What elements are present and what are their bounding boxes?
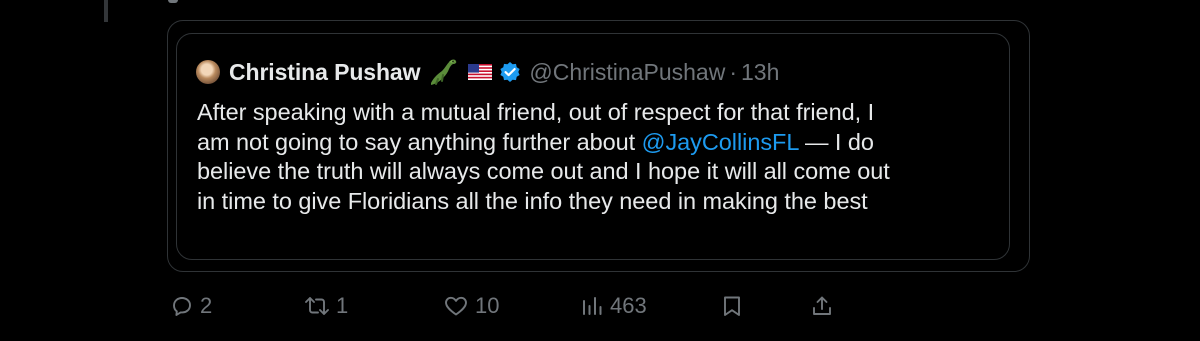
verified-badge-icon[interactable] (499, 61, 521, 83)
like-count: 10 (475, 293, 500, 318)
us-flag-icon (468, 64, 493, 80)
reply-button[interactable]: 2 (170, 286, 212, 326)
bookmark-button[interactable] (720, 286, 744, 326)
reply-icon (170, 294, 194, 318)
author-display-name[interactable]: Christina Pushaw (229, 59, 420, 86)
heart-icon (443, 294, 469, 318)
post-action-bar: 2 1 10 463 (0, 286, 1200, 326)
text-fragment: — I do (798, 128, 874, 155)
meta-separator: · (729, 58, 737, 85)
views-button[interactable]: 463 (580, 286, 647, 326)
text-line: in time to give Floridians all the info … (197, 187, 868, 214)
bookmark-icon (720, 294, 744, 318)
alligator-icon (428, 57, 460, 87)
text-line: believe the truth will always come out a… (197, 158, 890, 184)
quoted-post-text: After speaking with a mutual friend, out… (197, 98, 997, 216)
share-icon (810, 294, 834, 318)
thread-connector-line (104, 0, 108, 22)
repost-icon (304, 294, 330, 318)
views-count: 463 (610, 293, 647, 318)
avatar[interactable] (196, 60, 220, 84)
text-line: am not going to say anything further abo… (197, 128, 997, 158)
author-handle[interactable]: @ChristinaPushaw (529, 59, 725, 86)
post-view: Christina Pushaw @ChristinaPushaw · 13h … (0, 0, 1200, 341)
text-line: After speaking with a mutual friend, out… (197, 99, 875, 125)
quoted-post-header: Christina Pushaw @ChristinaPushaw · 13h (196, 56, 779, 88)
share-button[interactable] (810, 286, 834, 326)
repost-count: 1 (336, 293, 349, 318)
mention-link[interactable]: @JayCollinsFL (642, 129, 799, 155)
truncated-text-fragment (168, 0, 178, 3)
post-timestamp[interactable]: 13h (741, 59, 779, 86)
reply-count: 2 (200, 293, 213, 318)
repost-button[interactable]: 1 (304, 286, 348, 326)
text-fragment: am not going to say anything further abo… (197, 128, 642, 155)
like-button[interactable]: 10 (443, 286, 499, 326)
analytics-icon (580, 294, 604, 318)
